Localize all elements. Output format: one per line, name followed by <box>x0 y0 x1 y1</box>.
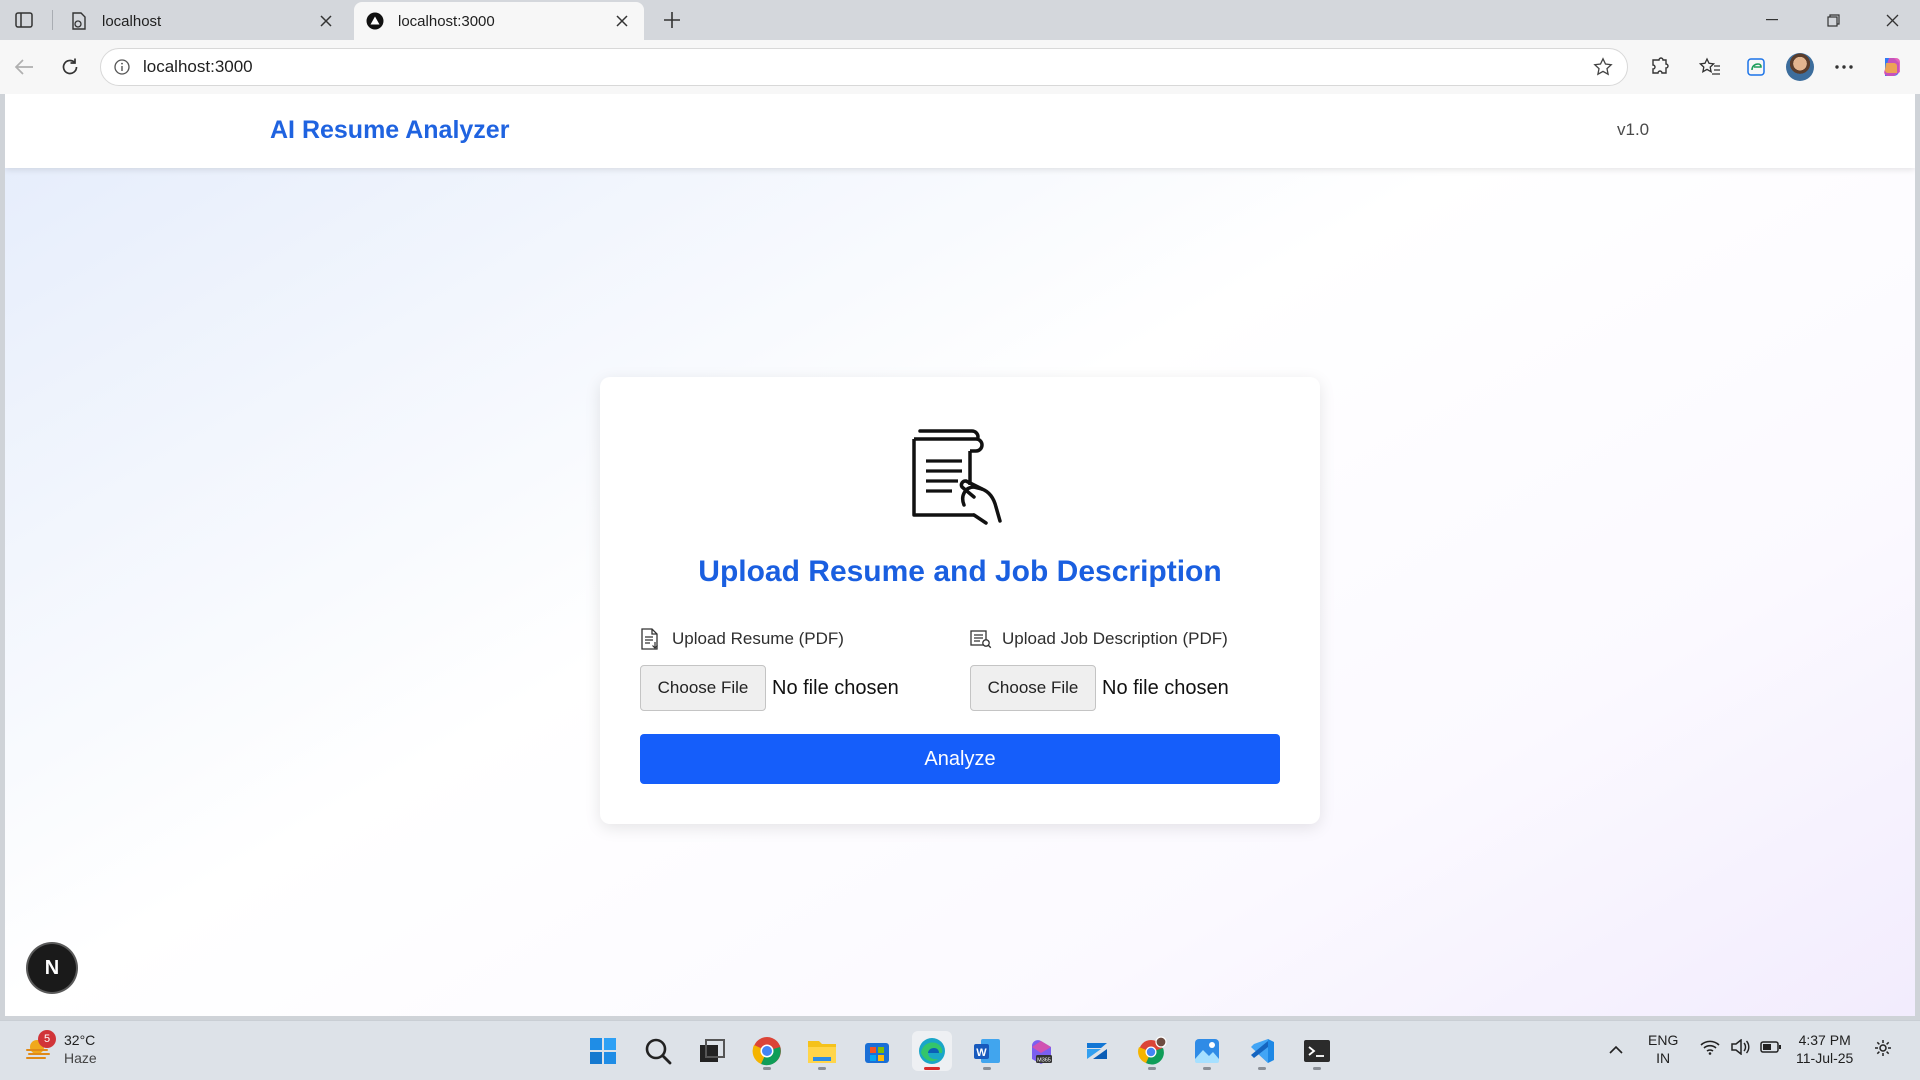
page-favicon-icon <box>70 12 88 30</box>
page-viewport: AI Resume Analyzer v1.0 Upload Resume an… <box>5 94 1915 1016</box>
taskbar: 5 32°C Haze W M365 ENG IN 4:37 PM 11-Jul… <box>0 1020 1920 1080</box>
weather-temperature: 32°C <box>64 1032 96 1048</box>
volume-icon[interactable] <box>1730 1038 1750 1059</box>
address-url[interactable]: localhost:3000 <box>143 57 1589 77</box>
new-tab-icon[interactable] <box>660 8 684 32</box>
resume-file-icon <box>640 627 662 651</box>
resume-choose-file-button[interactable]: Choose File <box>640 665 766 711</box>
start-icon[interactable] <box>583 1031 623 1071</box>
chrome-icon[interactable] <box>747 1031 787 1071</box>
job-description-choose-file-button[interactable]: Choose File <box>970 665 1096 711</box>
weather-widget[interactable]: 5 32°C Haze <box>24 1030 97 1067</box>
clock-date: 11-Jul-25 <box>1796 1050 1854 1066</box>
nextjs-dev-badge[interactable]: N <box>28 944 76 992</box>
svg-text:M365: M365 <box>1037 1058 1051 1064</box>
resume-upload-label-row: Upload Resume (PDF) <box>640 627 940 651</box>
battery-icon[interactable] <box>1760 1040 1782 1058</box>
running-indicator <box>1258 1067 1266 1070</box>
address-bar[interactable]: localhost:3000 <box>100 48 1628 86</box>
browser-tab-strip: localhost localhost:3000 <box>0 0 1920 40</box>
vscode-icon[interactable] <box>1242 1031 1282 1071</box>
svg-text:W: W <box>976 1047 987 1059</box>
upload-card: Upload Resume and Job Description Upload… <box>600 377 1320 824</box>
notification-settings-icon[interactable] <box>1874 1039 1892 1061</box>
job-description-upload-label-row: Upload Job Description (PDF) <box>970 627 1270 651</box>
file-explorer-icon[interactable] <box>802 1031 842 1071</box>
photos-icon[interactable] <box>1187 1031 1227 1071</box>
running-indicator <box>1313 1067 1321 1070</box>
job-description-file-input[interactable]: Choose File No file chosen <box>970 665 1270 711</box>
resume-file-status: No file chosen <box>772 676 899 699</box>
word-icon[interactable]: W <box>967 1031 1007 1071</box>
weather-condition: Haze <box>64 1050 97 1066</box>
more-options-icon[interactable] <box>1830 53 1858 81</box>
running-indicator <box>818 1067 826 1070</box>
resume-upload-label: Upload Resume (PDF) <box>672 629 844 648</box>
resume-upload-group: Upload Resume (PDF) Choose File No file … <box>640 627 940 711</box>
system-clock[interactable]: 4:37 PM 11-Jul-25 <box>1796 1031 1853 1067</box>
nextjs-favicon-icon <box>366 12 384 30</box>
m365-icon[interactable]: M365 <box>1022 1031 1062 1071</box>
app-title: AI Resume Analyzer <box>270 116 510 144</box>
job-description-upload-group: Upload Job Description (PDF) Choose File… <box>970 627 1270 711</box>
language-line-1: ENG <box>1648 1032 1679 1048</box>
job-description-file-status: No file chosen <box>1102 676 1229 699</box>
resume-document-hand-icon <box>912 429 1002 525</box>
back-icon[interactable] <box>10 53 38 81</box>
tab-actions-icon[interactable] <box>10 7 38 33</box>
analyze-button[interactable]: Analyze <box>640 734 1280 784</box>
onedrive-icon[interactable] <box>1077 1031 1117 1071</box>
site-info-icon[interactable] <box>113 58 131 76</box>
tab-title: localhost:3000 <box>398 12 495 30</box>
weather-alert-badge: 5 <box>38 1030 56 1048</box>
chrome-profile-icon[interactable] <box>1132 1031 1172 1071</box>
tab-localhost-3000[interactable]: localhost:3000 <box>354 2 644 40</box>
edge-icon[interactable] <box>912 1031 952 1071</box>
weather-haze-icon: 5 <box>24 1030 56 1064</box>
app-header: AI Resume Analyzer v1.0 <box>5 94 1915 168</box>
tab-localhost[interactable]: localhost <box>58 2 348 40</box>
upload-heading: Upload Resume and Job Description <box>698 555 1222 588</box>
browser-toolbar: localhost:3000 <box>0 40 1920 94</box>
favorites-icon[interactable] <box>1696 53 1724 81</box>
tab-separator <box>52 10 53 30</box>
job-description-upload-label: Upload Job Description (PDF) <box>1002 629 1228 648</box>
app-version: v1.0 <box>1617 120 1650 139</box>
restore-icon[interactable] <box>1805 0 1861 40</box>
store-icon[interactable] <box>857 1031 897 1071</box>
tab-close-icon[interactable] <box>612 11 632 31</box>
profile-avatar[interactable] <box>1786 53 1814 81</box>
favorite-star-icon[interactable] <box>1589 53 1617 81</box>
clock-time: 4:37 PM <box>1798 1032 1851 1048</box>
weather-text: 32°C Haze <box>64 1031 97 1067</box>
resume-file-input[interactable]: Choose File No file chosen <box>640 665 940 711</box>
extensions-icon[interactable] <box>1645 53 1673 81</box>
close-window-icon[interactable] <box>1864 0 1920 40</box>
active-indicator <box>924 1067 940 1070</box>
copilot-icon[interactable] <box>1878 53 1906 81</box>
running-indicator <box>983 1067 991 1070</box>
refresh-icon[interactable] <box>56 53 84 81</box>
running-indicator <box>1148 1067 1156 1070</box>
task-view-icon[interactable] <box>692 1031 732 1071</box>
job-description-file-icon <box>970 627 992 651</box>
tab-close-icon[interactable] <box>316 11 336 31</box>
terminal-icon[interactable] <box>1297 1031 1337 1071</box>
wifi-icon[interactable] <box>1700 1039 1720 1059</box>
search-icon[interactable] <box>638 1031 678 1071</box>
running-indicator <box>1203 1067 1211 1070</box>
tab-title: localhost <box>102 12 162 30</box>
show-hidden-icons-icon[interactable] <box>1608 1041 1624 1059</box>
running-indicator <box>763 1067 771 1070</box>
minimize-icon[interactable] <box>1744 0 1800 40</box>
language-indicator[interactable]: ENG IN <box>1648 1031 1678 1067</box>
language-line-2: IN <box>1656 1050 1671 1066</box>
collections-icon[interactable] <box>1741 53 1769 81</box>
